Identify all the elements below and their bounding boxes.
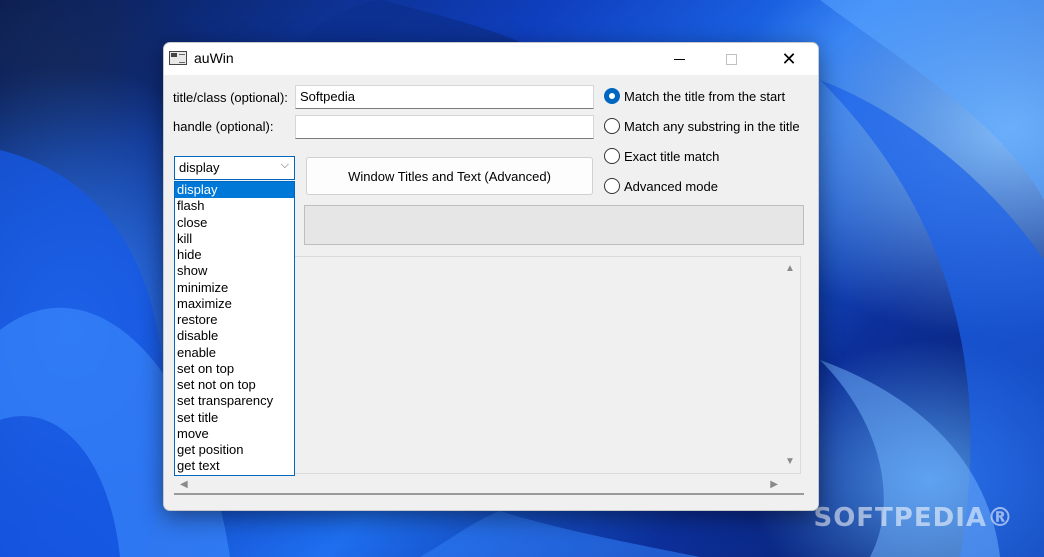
maximize-button[interactable]	[708, 43, 754, 75]
close-button[interactable]: ✕	[766, 43, 812, 75]
output-text-area[interactable]: ▲ ▼	[294, 256, 801, 474]
handle-label: handle (optional):	[173, 119, 274, 134]
window-icon	[169, 51, 187, 65]
action-combo[interactable]: display ⌵	[174, 156, 295, 180]
title-class-label: title/class (optional):	[173, 90, 288, 105]
dropdown-option[interactable]: move	[175, 426, 294, 442]
close-icon: ✕	[781, 48, 797, 69]
chevron-down-icon[interactable]: ⌵	[281, 159, 289, 172]
action-combo-value: display	[179, 160, 220, 175]
radio-button[interactable]	[604, 148, 620, 164]
radio-label: Advanced mode	[624, 178, 718, 194]
radio-button[interactable]	[604, 118, 620, 134]
window-title: auWin	[194, 50, 234, 66]
dropdown-option[interactable]: flash	[175, 198, 294, 214]
window-titles-advanced-button[interactable]: Window Titles and Text (Advanced)	[306, 157, 593, 195]
dropdown-option[interactable]: restore	[175, 312, 294, 328]
radio-match-start[interactable]: Match the title from the start	[604, 86, 785, 106]
radio-advanced-mode[interactable]: Advanced mode	[604, 176, 718, 196]
maximize-icon	[725, 53, 737, 65]
dropdown-option[interactable]: set transparency	[175, 393, 294, 409]
dropdown-option[interactable]: set not on top	[175, 377, 294, 393]
radio-label: Exact title match	[624, 148, 720, 164]
scroll-down-icon[interactable]: ▼	[785, 456, 795, 467]
horizontal-scrollbar[interactable]: ◀ ▶	[174, 477, 804, 495]
softpedia-watermark: SOFTPEDIA®	[813, 503, 1014, 533]
title-bar[interactable]: auWin ✕	[164, 43, 818, 75]
dropdown-option[interactable]: disable	[175, 328, 294, 344]
dropdown-option[interactable]: maximize	[175, 296, 294, 312]
dropdown-option[interactable]: get text	[175, 458, 294, 474]
vertical-scrollbar[interactable]: ▲ ▼	[781, 257, 800, 473]
dropdown-option[interactable]: get position	[175, 442, 294, 458]
dropdown-option[interactable]: display	[175, 182, 294, 199]
dropdown-option[interactable]: close	[175, 215, 294, 231]
radio-exact-match[interactable]: Exact title match	[604, 146, 719, 166]
dropdown-option[interactable]: minimize	[175, 280, 294, 296]
status-field	[304, 205, 804, 245]
dropdown-option[interactable]: enable	[175, 345, 294, 361]
radio-button-checked[interactable]	[604, 88, 620, 104]
scroll-up-icon[interactable]: ▲	[785, 263, 795, 274]
dropdown-option[interactable]: kill	[175, 231, 294, 247]
dropdown-option[interactable]: set on top	[175, 361, 294, 377]
scroll-left-icon[interactable]: ◀	[180, 479, 188, 490]
radio-match-substring[interactable]: Match any substring in the title	[604, 116, 800, 136]
auwin-window: auWin ✕ title/class (optional): Softpedi…	[163, 42, 819, 511]
minimize-icon	[673, 58, 685, 60]
handle-input[interactable]	[295, 115, 594, 139]
action-dropdown-list[interactable]: display flash close kill hide show minimize max…	[174, 181, 295, 476]
radio-label: Match any substring in the title	[624, 118, 800, 134]
dropdown-option[interactable]: hide	[175, 247, 294, 263]
dropdown-option[interactable]: set title	[175, 410, 294, 426]
minimize-button[interactable]	[656, 43, 702, 75]
dropdown-option[interactable]: show	[175, 263, 294, 279]
radio-label: Match the title from the start	[624, 88, 786, 104]
scroll-right-icon[interactable]: ▶	[770, 479, 778, 490]
title-class-input[interactable]: Softpedia	[295, 85, 594, 109]
radio-button[interactable]	[604, 178, 620, 194]
